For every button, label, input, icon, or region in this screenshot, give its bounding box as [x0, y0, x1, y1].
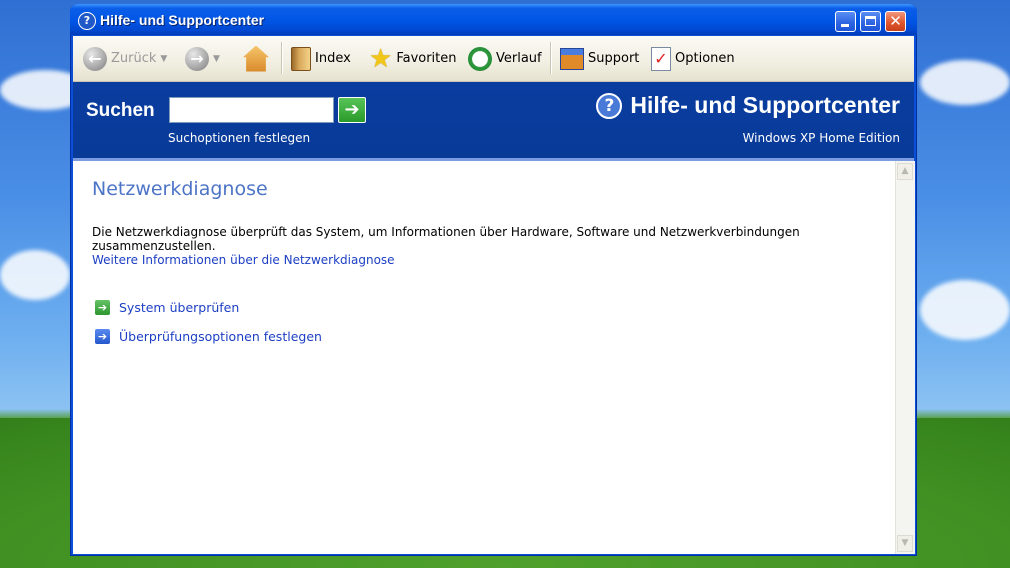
history-clock-icon [468, 46, 492, 71]
window-title: Hilfe- und Supportcenter [100, 12, 265, 28]
scroll-down-icon[interactable]: ▼ [897, 535, 913, 552]
favorites-button[interactable]: ★ Favoriten [369, 36, 457, 81]
options-button[interactable]: ✓ Optionen [651, 36, 735, 81]
index-button[interactable]: Index [291, 36, 351, 81]
scroll-up-icon[interactable]: ▲ [897, 163, 913, 180]
support-label: Support [588, 51, 640, 66]
search-input[interactable] [169, 97, 334, 123]
home-button[interactable] [243, 36, 269, 81]
support-button[interactable]: Support [560, 36, 639, 81]
home-icon [243, 45, 269, 72]
history-label: Verlauf [496, 51, 542, 66]
toolbar-separator [281, 42, 282, 74]
book-icon [291, 46, 311, 71]
minimize-icon [841, 24, 849, 27]
back-dropdown-icon[interactable]: ▼ [160, 54, 167, 64]
minimize-button[interactable] [835, 11, 856, 32]
close-button[interactable]: ✕ [885, 11, 906, 32]
close-icon: ✕ [889, 12, 902, 30]
toolbar: Zurück ▼ ▼ Index ★ Favoriten Verlauf Sup… [73, 36, 914, 82]
blue-arrow-icon: ➔ [95, 329, 110, 344]
help-support-window: ? Hilfe- und Supportcenter ✕ Zurück ▼ ▼ … [70, 4, 917, 556]
green-arrow-icon: ➔ [95, 300, 110, 315]
edition-label: Windows XP Home Edition [742, 131, 900, 145]
more-info-link[interactable]: Weitere Informationen über die Netzwerkd… [92, 253, 395, 267]
options-checklist-icon: ✓ [651, 46, 671, 71]
search-band: Suchen ➔ Suchoptionen festlegen ? Hilfe-… [73, 82, 914, 158]
brand-title-text: Hilfe- und Supportcenter [630, 92, 900, 118]
search-label: Suchen [86, 100, 155, 121]
page-description: Die Netzwerkdiagnose überprüft das Syste… [92, 225, 800, 253]
support-icon [560, 47, 584, 70]
back-arrow-icon [83, 46, 107, 71]
title-bar[interactable]: ? Hilfe- und Supportcenter ✕ [70, 4, 917, 35]
maximize-button[interactable] [860, 11, 881, 32]
content-pane: Netzwerkdiagnose Die Netzwerkdiagnose üb… [73, 161, 895, 554]
back-button[interactable]: Zurück ▼ [83, 36, 167, 81]
check-system-link[interactable]: ➔ System überprüfen [95, 300, 239, 315]
maximize-icon [865, 16, 876, 26]
help-icon: ? [78, 12, 96, 30]
set-check-options-label: Überprüfungsoptionen festlegen [119, 329, 322, 344]
options-label: Optionen [675, 51, 735, 66]
star-icon: ★ [369, 43, 393, 74]
toolbar-separator [550, 42, 551, 74]
page-title: Netzwerkdiagnose [92, 178, 268, 200]
forward-button[interactable]: ▼ [185, 36, 220, 81]
history-button[interactable]: Verlauf [468, 36, 542, 81]
search-options-link[interactable]: Suchoptionen festlegen [168, 131, 310, 145]
check-system-label: System überprüfen [119, 300, 240, 315]
search-go-button[interactable]: ➔ [338, 97, 366, 123]
favorites-label: Favoriten [396, 51, 457, 66]
brand-title: ? Hilfe- und Supportcenter [596, 92, 900, 119]
vertical-scrollbar[interactable]: ▲ ▼ [895, 161, 915, 554]
go-arrow-icon: ➔ [344, 99, 360, 120]
help-icon: ? [596, 92, 623, 119]
index-label: Index [315, 51, 351, 66]
forward-arrow-icon [185, 46, 209, 71]
set-check-options-link[interactable]: ➔ Überprüfungsoptionen festlegen [95, 329, 322, 344]
forward-dropdown-icon[interactable]: ▼ [213, 54, 220, 64]
back-label: Zurück [111, 51, 157, 66]
